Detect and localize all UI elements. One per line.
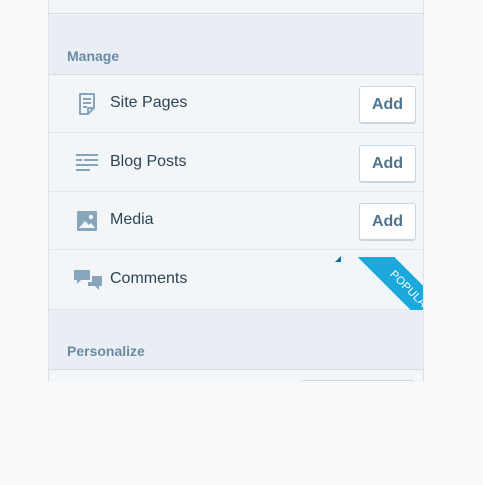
page-icon	[75, 92, 99, 116]
posts-icon	[75, 151, 99, 175]
add-site-page-button[interactable]: Add	[359, 86, 416, 123]
section-header-personalize: Personalize	[49, 310, 423, 370]
sidebar-item-media[interactable]: Media Add	[49, 192, 423, 250]
sidebar-panel: Manage Site Pages Add Blog Posts Add Med…	[48, 0, 424, 382]
sidebar-item-label: Comments	[110, 270, 188, 287]
image-icon	[75, 209, 99, 233]
add-blog-post-button[interactable]: Add	[359, 145, 416, 182]
next-row-button-edge[interactable]	[301, 380, 414, 382]
sidebar-item-label: Blog Posts	[110, 153, 187, 170]
sidebar-item-label: Media	[110, 211, 154, 228]
sidebar-item-label: Site Pages	[110, 94, 188, 111]
add-media-button[interactable]: Add	[359, 203, 416, 240]
previous-row-edge	[49, 0, 423, 14]
sidebar-item-blog-posts[interactable]: Blog Posts Add	[49, 134, 423, 192]
section-header-manage: Manage	[49, 15, 423, 75]
section-title-manage: Manage	[67, 48, 120, 64]
comments-icon	[73, 268, 103, 292]
section-title-personalize: Personalize	[67, 343, 145, 359]
sidebar-item-site-pages[interactable]: Site Pages Add	[49, 75, 423, 133]
